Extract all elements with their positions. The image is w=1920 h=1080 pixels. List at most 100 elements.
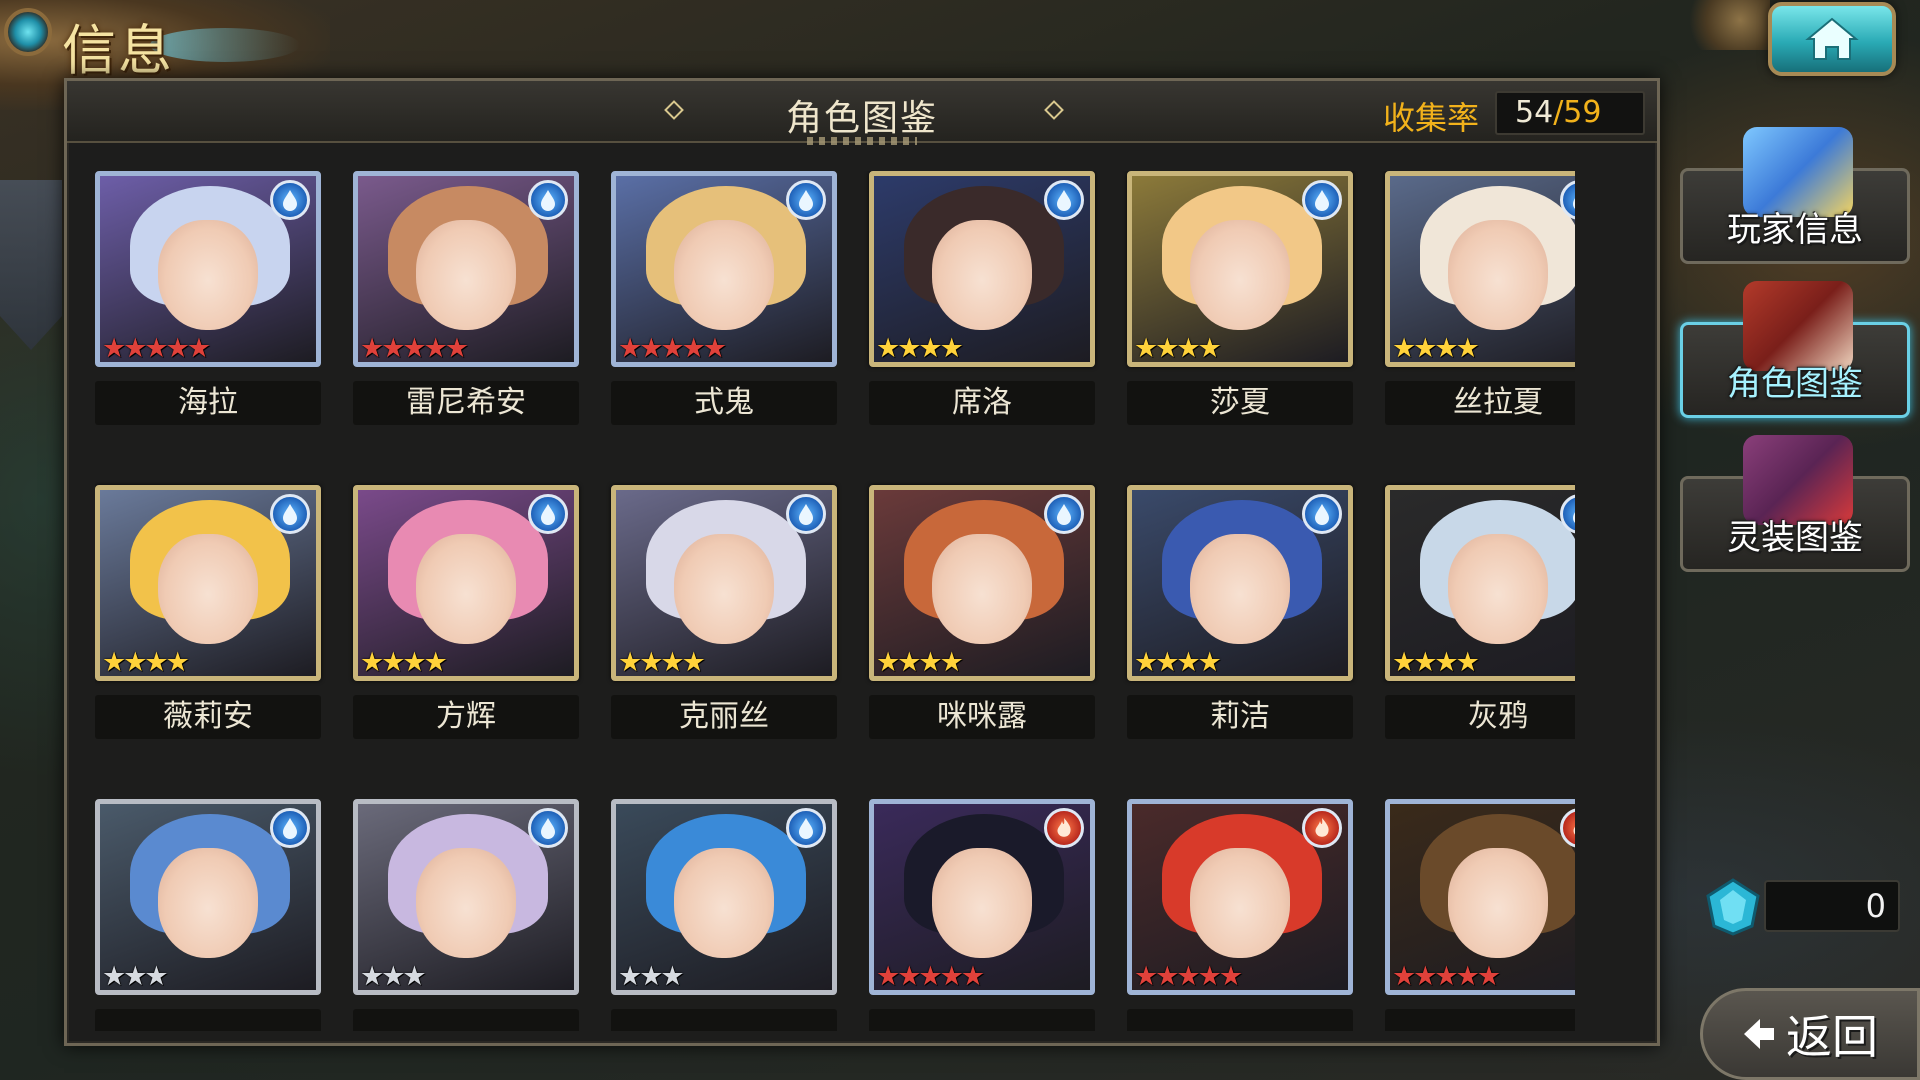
collection-separator: / [1553, 95, 1564, 130]
sidebar-item-label: 玩家信息 [1727, 210, 1863, 250]
character-card[interactable]: ★★★★ 莉洁 [1127, 485, 1353, 739]
sidebar-item-equipment-codex[interactable]: 灵装图鉴 [1680, 435, 1910, 572]
water-element-icon [1044, 494, 1084, 534]
character-name: 莎夏 [1127, 381, 1353, 425]
portrait-face [1448, 534, 1548, 644]
character-portrait: ★★★★ [353, 485, 579, 681]
water-element-icon [786, 180, 826, 220]
character-card[interactable]: ★★★ [353, 799, 579, 1031]
portrait-face [158, 534, 258, 644]
character-portrait: ★★★★ [611, 485, 837, 681]
rarity-stars: ★★★★ [876, 647, 964, 678]
character-name: 薇莉安 [95, 695, 321, 739]
character-card[interactable]: ★★★★ 方辉 [353, 485, 579, 739]
portrait-face [1448, 220, 1548, 330]
currency-counter: 0 [1764, 880, 1900, 932]
collection-rate-label: 收集率 [1383, 99, 1480, 137]
return-button[interactable]: 返回 [1700, 988, 1920, 1080]
background-banner [0, 180, 62, 350]
character-portrait: ★★★ [353, 799, 579, 995]
portrait-face [1448, 848, 1548, 958]
gear-emblem-icon [4, 8, 52, 56]
character-name: 莉洁 [1127, 695, 1353, 739]
sidebar-item-player-info[interactable]: 玩家信息 [1680, 127, 1910, 264]
character-portrait: ★★★★ [869, 485, 1095, 681]
character-portrait: ★★★★★ [95, 171, 321, 367]
character-portrait: ★★★★ [869, 171, 1095, 367]
character-portrait: ★★★★ [95, 485, 321, 681]
portrait-face [674, 220, 774, 330]
water-element-icon [1302, 180, 1342, 220]
character-card[interactable]: ★★★★ 莎夏 [1127, 171, 1353, 425]
water-element-icon [528, 494, 568, 534]
collection-rate-value: 54/59 [1495, 91, 1645, 135]
panel-header: 角色图鉴 收集率 54/59 [67, 81, 1657, 145]
rarity-stars: ★★★★★ [618, 333, 727, 364]
portrait-face [158, 220, 258, 330]
portrait-face [1190, 848, 1290, 958]
character-card[interactable]: ★★★★★ [1127, 799, 1353, 1031]
character-name: 方辉 [353, 695, 579, 739]
rarity-stars: ★★★★★ [1392, 961, 1501, 992]
sidebar-item-character-codex[interactable]: 角色图鉴 [1680, 281, 1910, 418]
character-card[interactable]: ★★★★ 灰鸦 [1385, 485, 1575, 739]
character-card[interactable]: ★★★★ 咪咪露 [869, 485, 1095, 739]
portrait-face [416, 220, 516, 330]
portrait-face [932, 848, 1032, 958]
rarity-stars: ★★★★★ [876, 961, 985, 992]
sidebar-item-label: 灵装图鉴 [1727, 518, 1863, 558]
character-card[interactable]: ★★★★★ [1385, 799, 1575, 1031]
portrait-face [158, 848, 258, 958]
sidebar-item-label: 角色图鉴 [1727, 364, 1863, 404]
character-card[interactable]: ★★★ [611, 799, 837, 1031]
fire-element-icon [1044, 808, 1084, 848]
portrait-face [674, 534, 774, 644]
character-card[interactable]: ★★★ [95, 799, 321, 1031]
rarity-stars: ★★★ [360, 961, 427, 992]
character-portrait: ★★★★★ [1127, 799, 1353, 995]
character-name [1385, 1009, 1575, 1031]
character-name: 雷尼希安 [353, 381, 579, 425]
portrait-face [674, 848, 774, 958]
rarity-stars: ★★★★★ [1134, 961, 1243, 992]
rarity-stars: ★★★★ [102, 647, 190, 678]
rarity-stars: ★★★★ [876, 333, 964, 364]
home-corner-ornament [1680, 0, 1770, 50]
portrait-face [932, 220, 1032, 330]
rarity-stars: ★★★★ [1134, 647, 1222, 678]
character-name [95, 1009, 321, 1031]
character-card[interactable]: ★★★★ 克丽丝 [611, 485, 837, 739]
character-portrait: ★★★★ [1127, 485, 1353, 681]
character-card[interactable]: ★★★★★ [869, 799, 1095, 1031]
character-card[interactable]: ★★★★★ 雷尼希安 [353, 171, 579, 425]
character-card[interactable]: ★★★★★ 海拉 [95, 171, 321, 425]
character-portrait: ★★★★ [1385, 171, 1575, 367]
return-label: 返回 [1786, 1010, 1878, 1064]
water-element-icon [528, 180, 568, 220]
gem-icon [1706, 878, 1760, 936]
portrait-face [1190, 220, 1290, 330]
water-element-icon [270, 180, 310, 220]
water-element-icon [1302, 494, 1342, 534]
page-title: 信息 [62, 19, 174, 82]
home-button[interactable] [1768, 2, 1896, 76]
rarity-stars: ★★★ [102, 961, 169, 992]
character-card[interactable]: ★★★★ 薇莉安 [95, 485, 321, 739]
character-portrait: ★★★★★ [869, 799, 1095, 995]
character-name [1127, 1009, 1353, 1031]
home-icon [1805, 17, 1859, 60]
character-portrait: ★★★ [611, 799, 837, 995]
character-name: 海拉 [95, 381, 321, 425]
arrow-left-icon [1744, 1019, 1774, 1049]
character-grid: ★★★★★ 海拉 ★★★★★ 雷尼希安 ★★★★★ 式鬼 ★★★★ 席洛 ★★★★ 莎夏 ★★★★ 丝… [95, 171, 1575, 1031]
character-portrait: ★★★★★ [1385, 799, 1575, 995]
water-element-icon [270, 494, 310, 534]
character-card[interactable]: ★★★★ 席洛 [869, 171, 1095, 425]
portrait-face [416, 534, 516, 644]
character-name [869, 1009, 1095, 1031]
character-card[interactable]: ★★★★★ 式鬼 [611, 171, 837, 425]
fire-element-icon [1302, 808, 1342, 848]
rarity-stars: ★★★★ [1134, 333, 1222, 364]
character-name [611, 1009, 837, 1031]
character-card[interactable]: ★★★★ 丝拉夏 [1385, 171, 1575, 425]
